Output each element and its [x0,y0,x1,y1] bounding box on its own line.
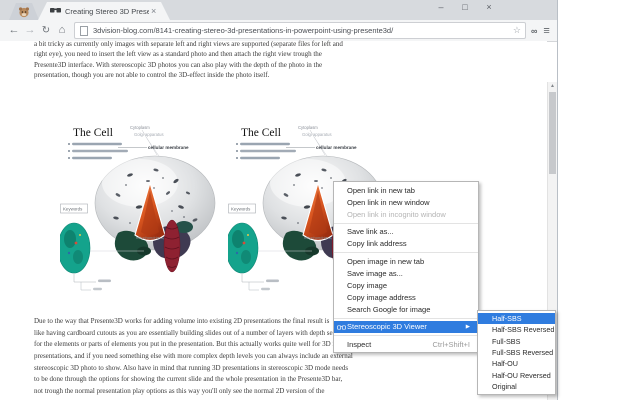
text-line: like having cardboard cutouts as you are… [34,328,353,340]
scroll-up-icon[interactable]: ▲ [548,82,557,91]
submenu-item-full-sbs[interactable]: Full-SBS [478,336,555,347]
text-line: stereoscopic 3D photo to show. Also have… [34,363,353,375]
forward-button[interactable]: → [22,25,38,36]
menu-item-open-link-new-tab[interactable]: Open link in new tab [334,184,478,196]
menu-separator [334,335,478,336]
tab-strip: Creating Stereo 3D Prese × – □ × [0,0,557,20]
menu-item-save-image-as[interactable]: Save image as... [334,267,478,279]
bookmark-star-icon[interactable]: ☆ [513,25,521,36]
slide-image-left[interactable]: The Cell Cytoplasm Golgi apparatus cellu… [60,115,230,300]
submenu-item-half-ou[interactable]: Half-OU [478,358,555,369]
window-controls: – □ × [435,1,495,13]
screen: Creating Stereo 3D Prese × – □ × ← → ↻ ⌂… [0,0,640,400]
stereo-3d-viewer-submenu: Half-SBS Half-SBS Reversed Full-SBS Full… [477,310,556,395]
text-line: for the elements or parts of elements yo… [34,339,353,351]
url-text[interactable]: 3dvision-blog.com/8141-creating-stereo-3… [93,26,513,35]
text-line: Presente3D interface. With stereoscopic … [34,60,343,70]
menu-item-copy-image-address[interactable]: Copy image address [334,292,478,304]
submenu-arrow-icon: ▶ [466,324,470,330]
site-favicon-3d-glasses-icon [50,7,61,15]
menu-item-save-link-as[interactable]: Save link as... [334,226,478,238]
minimize-button[interactable]: – [435,1,447,13]
text-line: presentations, and if you need something… [34,351,353,363]
submenu-item-half-sbs-reversed[interactable]: Half-SBS Reversed [478,324,555,335]
text-line: presentation, though you are not able to… [34,70,343,80]
menu-item-inspect[interactable]: Inspect Ctrl+Shift+I [334,338,478,350]
active-tab[interactable]: Creating Stereo 3D Prese × [38,2,170,20]
text-line: a bit tricky as currently only images wi… [34,39,343,49]
menu-item-copy-image[interactable]: Copy image [334,279,478,291]
chrome-menu-icon[interactable]: ≡ [543,25,549,37]
home-button[interactable]: ⌂ [54,25,70,36]
text-line: Due to the way that Presente3D works for… [34,316,353,328]
page-icon [80,26,88,36]
menu-separator [334,252,478,253]
text-line: not trough the normal presentation play … [34,386,353,398]
shortcut-label: Ctrl+Shift+I [432,340,470,349]
pinned-tab[interactable] [9,3,39,20]
menu-item-open-link-new-window[interactable]: Open link in new window [334,196,478,208]
menu-separator [334,223,478,224]
menu-separator [334,318,478,319]
pinned-tab-favicon-icon [18,6,30,18]
scrollbar-thumb[interactable] [549,92,556,174]
extension-icon[interactable]: ∞ [531,26,537,36]
menu-item-label: Stereoscopic 3D Viewer [347,322,427,331]
maximize-button[interactable]: □ [459,1,471,13]
menu-item-stereoscopic-3d-viewer[interactable]: Stereoscopic 3D Viewer ▶ [334,321,478,333]
tab-close-icon[interactable]: × [151,7,156,16]
window-close-button[interactable]: × [483,1,495,13]
text-line: right eye), you need to insert the left … [34,49,343,59]
submenu-item-full-sbs-reversed[interactable]: Full-SBS Reversed [478,347,555,358]
submenu-item-half-sbs[interactable]: Half-SBS [478,313,555,324]
menu-item-copy-link-address[interactable]: Copy link address [334,238,478,250]
submenu-item-half-ou-reversed[interactable]: Half-OU Reversed [478,369,555,380]
tab-title: Creating Stereo 3D Prese [65,7,149,16]
menu-item-label: Inspect [347,340,371,349]
address-bar[interactable]: 3dvision-blog.com/8141-creating-stereo-3… [74,22,526,39]
submenu-item-original[interactable]: Original [478,381,555,392]
menu-item-search-google-for-image[interactable]: Search Google for image [334,304,478,316]
text-line: to be done through the options for showi… [34,374,353,386]
article-paragraph-bottom: Due to the way that Presente3D works for… [34,316,353,398]
back-button[interactable]: ← [6,25,22,36]
article-paragraph-top: a bit tricky as currently only images wi… [34,39,343,80]
menu-item-open-link-incognito: Open link in incognito window [334,208,478,220]
stereo-glasses-icon [337,324,346,333]
reload-button[interactable]: ↻ [38,25,54,36]
context-menu: Open link in new tab Open link in new wi… [333,181,479,353]
menu-item-open-image-new-tab[interactable]: Open image in new tab [334,255,478,267]
